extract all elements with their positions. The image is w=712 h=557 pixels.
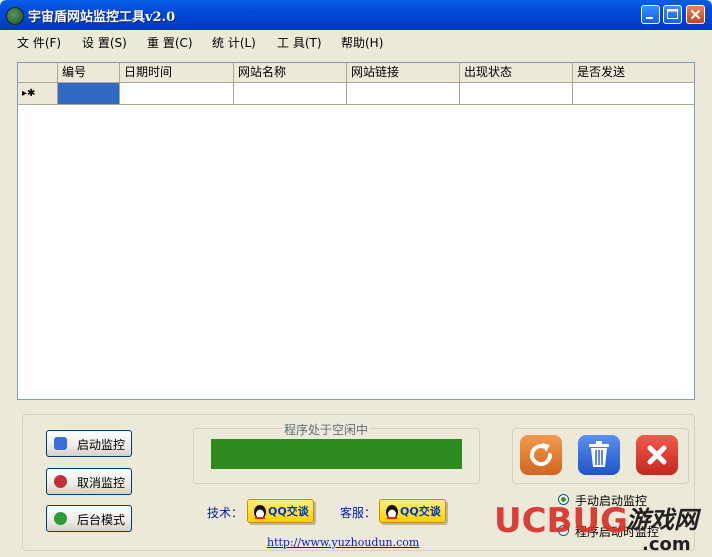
x-icon — [647, 445, 667, 465]
customer-service-label: 客服： — [340, 506, 377, 520]
cell-id[interactable] — [58, 83, 120, 105]
table-row[interactable]: ▸✱ — [18, 83, 694, 105]
cell-sent[interactable] — [573, 83, 694, 105]
status-progress-bar — [211, 439, 462, 469]
cancel-monitor-label: 取消监控 — [77, 476, 126, 490]
column-header-site-link[interactable]: 网站链接 — [347, 63, 460, 82]
watermark-logo: UCBUG 游戏网 .com — [494, 501, 702, 554]
menu-statistics[interactable]: 统 计(L) — [212, 34, 256, 51]
main-window: 宇宙盾网站监控工具v2.0 文 件(F) 设 置(S) 重 置(C) 统 计(L… — [0, 0, 712, 557]
delete-button[interactable] — [578, 435, 620, 475]
monitor-data-grid[interactable]: 编号 日期时间 网站名称 网站链接 出现状态 是否发送 ▸✱ — [17, 62, 695, 400]
tech-qq-chat-button[interactable]: QQ交谈 — [247, 499, 314, 523]
grid-header: 编号 日期时间 网站名称 网站链接 出现状态 是否发送 — [18, 63, 694, 83]
window-title: 宇宙盾网站监控工具v2.0 — [28, 10, 176, 25]
background-mode-button[interactable]: 后台模式 — [46, 505, 132, 532]
svg-text:.com: .com — [642, 534, 691, 554]
maximize-icon — [667, 9, 678, 19]
menu-settings[interactable]: 设 置(S) — [82, 34, 127, 51]
close-icon — [690, 9, 701, 20]
menu-file[interactable]: 文 件(F) — [17, 34, 61, 51]
trash-icon — [589, 441, 609, 467]
column-header-id[interactable]: 编号 — [58, 63, 120, 82]
status-label: 程序处于空闲中 — [282, 421, 371, 438]
background-mode-label: 后台模式 — [77, 513, 126, 527]
menu-reset[interactable]: 重 置(C) — [147, 34, 193, 51]
maximize-button[interactable] — [663, 5, 682, 24]
qq-penguin-icon — [254, 505, 266, 519]
tech-support-label: 技术： — [207, 506, 244, 520]
app-logo-icon — [6, 7, 24, 25]
start-monitor-button[interactable]: 启动监控 — [46, 430, 132, 457]
grid-header-corner — [18, 63, 58, 82]
title-bar[interactable]: 宇宙盾网站监控工具v2.0 — [0, 0, 712, 30]
cell-status[interactable] — [460, 83, 573, 105]
column-header-datetime[interactable]: 日期时间 — [120, 63, 234, 82]
qq-chat-text: QQ交谈 — [268, 505, 309, 518]
start-monitor-label: 启动监控 — [77, 438, 126, 452]
refresh-icon — [530, 443, 553, 467]
menu-help[interactable]: 帮助(H) — [341, 34, 383, 51]
cell-site-name[interactable] — [234, 83, 347, 105]
menu-bar: 文 件(F) 设 置(S) 重 置(C) 统 计(L) 工 具(T) 帮助(H) — [4, 31, 708, 51]
leaf-icon — [54, 512, 67, 525]
heart-icon — [54, 475, 67, 488]
cell-datetime[interactable] — [120, 83, 234, 105]
column-header-sent[interactable]: 是否发送 — [573, 63, 694, 82]
minimize-button[interactable] — [641, 5, 660, 24]
column-header-site-name[interactable]: 网站名称 — [234, 63, 347, 82]
row-indicator: ▸✱ — [18, 83, 58, 105]
monitor-icon — [54, 437, 67, 450]
service-qq-chat-button[interactable]: QQ交谈 — [379, 499, 446, 523]
menu-tools[interactable]: 工 具(T) — [277, 34, 322, 51]
close-button[interactable] — [686, 5, 705, 24]
website-link[interactable]: http://www.yuzhoudun.com — [267, 536, 419, 549]
cancel-monitor-button[interactable]: 取消监控 — [46, 468, 132, 495]
column-header-status[interactable]: 出现状态 — [460, 63, 573, 82]
svg-text:UCBUG: UCBUG — [494, 501, 628, 541]
minimize-icon — [646, 17, 653, 19]
svg-text:游戏网: 游戏网 — [626, 506, 702, 534]
qq-chat-text: QQ交谈 — [400, 505, 441, 518]
close-action-button[interactable] — [636, 435, 678, 475]
qq-penguin-icon — [386, 505, 398, 519]
cell-site-link[interactable] — [347, 83, 460, 105]
refresh-button[interactable] — [520, 435, 562, 475]
